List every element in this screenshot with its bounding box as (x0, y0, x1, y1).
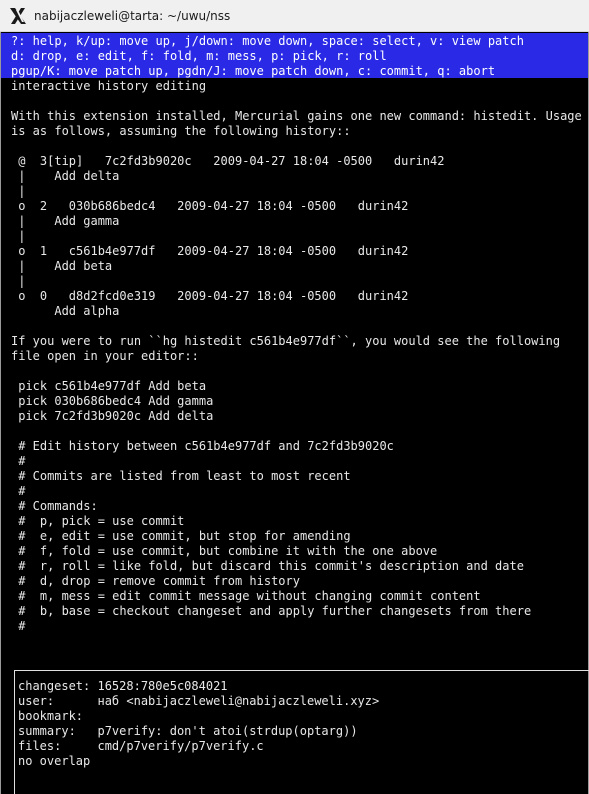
content-line: # (11, 619, 26, 633)
content-line: is as follows, assuming the following hi… (11, 124, 351, 138)
help-bar: ?: help, k/up: move up, j/down: move dow… (1, 33, 588, 78)
title-bar[interactable]: nabijaczleweli@tarta: ~/uwu/nss (0, 0, 589, 32)
content-line: Add alpha (11, 304, 120, 318)
x11-icon (10, 7, 26, 24)
content-line: | (11, 229, 26, 243)
content-line: interactive history editing (11, 79, 207, 93)
content-line: # d, drop = remove commit from history (11, 574, 300, 588)
help-line: ?: help, k/up: move up, j/down: move dow… (11, 34, 524, 48)
content-line: o 0 d8d2fcd0e319 2009-04-27 18:04 -0500 … (11, 289, 409, 303)
content-line: pick 030b686bedc4 Add gamma (11, 394, 214, 408)
content-line: # f, fold = use commit, but combine it w… (11, 544, 438, 558)
terminal-window: nabijaczleweli@tarta: ~/uwu/nss ?: help,… (0, 0, 589, 794)
content-line: | Add delta (11, 169, 120, 183)
content-line: file open in your editor:: (11, 349, 199, 363)
content-line: # p, pick = use commit (11, 514, 185, 528)
content-line: pick 7c2fd3b9020c Add delta (11, 409, 214, 423)
content-line: # (11, 454, 26, 468)
content-line: o 1 c561b4e977df 2009-04-27 18:04 -0500 … (11, 244, 409, 258)
content-line: # b, base = checkout changeset and apply… (11, 604, 532, 618)
window-title: nabijaczleweli@tarta: ~/uwu/nss (34, 8, 231, 23)
content-line: # r, roll = like fold, but discard this … (11, 559, 524, 573)
content-line: @ 3[tip] 7c2fd3b9020c 2009-04-27 18:04 -… (11, 154, 445, 168)
detail-line: user: наб <nabijaczleweli@nabijaczleweli… (18, 694, 380, 708)
detail-line: bookmark: (18, 709, 84, 723)
content-line: # e, edit = use commit, but stop for ame… (11, 529, 351, 543)
content-line: # m, mess = edit commit message without … (11, 589, 481, 603)
detail-line: changeset: 16528:780e5c084021 (18, 679, 228, 693)
content-line: # Edit history between c561b4e977df and … (11, 439, 394, 453)
content-line: | (11, 274, 26, 288)
detail-line: files: cmd/p7verify/p7verify.c (18, 739, 264, 753)
content-line: With this extension installed, Mercurial… (11, 109, 582, 123)
content-line: | (11, 184, 26, 198)
changeset-detail-pane: changeset: 16528:780e5c084021 user: наб <… (14, 670, 589, 794)
content-line: | Add beta (11, 259, 113, 273)
content-line: # (11, 484, 26, 498)
content-line: If you were to run ``hg histedit c561b4e… (11, 334, 561, 348)
help-line: d: drop, e: edit, f: fold, m: mess, p: p… (11, 49, 387, 63)
content-line: pick c561b4e977df Add beta (11, 379, 207, 393)
detail-line: no overlap (18, 754, 91, 768)
content-line: o 2 030b686bedc4 2009-04-27 18:04 -0500 … (11, 199, 409, 213)
content-line: # Commands: (11, 499, 98, 513)
help-line: pgup/K: move patch up, pgdn/J: move patc… (11, 64, 496, 78)
content-line: # Commits are listed from least to most … (11, 469, 351, 483)
terminal-screen[interactable]: ?: help, k/up: move up, j/down: move dow… (0, 32, 589, 794)
detail-line: summary: p7verify: don't atoi(strdup(opt… (18, 724, 358, 738)
content-line: | Add gamma (11, 214, 120, 228)
